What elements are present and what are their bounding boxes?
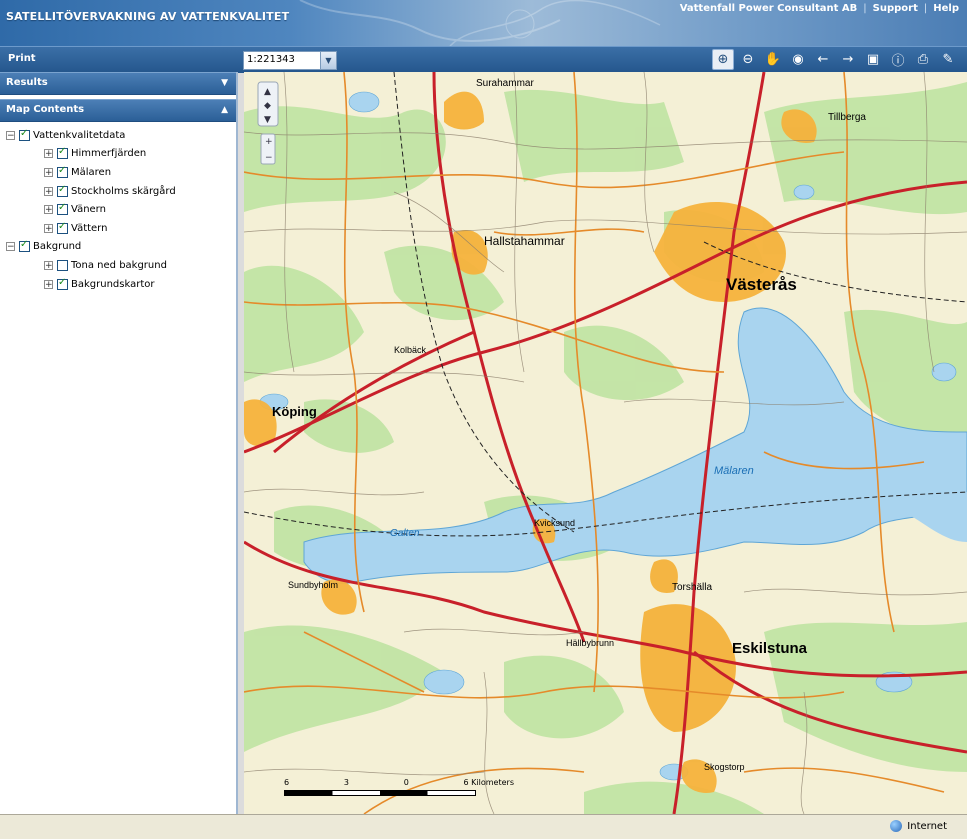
scale-tick: 3 [343,778,349,787]
zoom-in-icon[interactable]: ⊕ [712,49,734,70]
layer-checkbox[interactable] [57,221,68,234]
status-bar: Internet [0,814,967,839]
map-label-hallstahammar: Hallstahammar [484,234,565,248]
pan-hand-icon[interactable]: ✋ [762,49,784,70]
tree-item-tona-ned-bakgrund: + Tona ned bakgrund [6,256,236,275]
map-label-kvicksund: Kvicksund [534,518,576,528]
map-contents-label: Map Contents [6,104,85,115]
map-label-hallbybrunn: Hällbybrunn [566,638,615,648]
map-tools: ⊕ ⊖ ✋ ◉ ← → ▣ ⓘ ⎙ ✎ [712,49,959,70]
tree-item-bakgrundskartor: + Bakgrundskartor [6,275,236,294]
results-label: Results [6,77,48,88]
chevron-down-icon[interactable]: ▼ [320,52,336,69]
internet-globe-icon [890,820,903,832]
layer-checkbox[interactable] [57,277,68,290]
expand-icon[interactable]: + [44,279,53,289]
security-zone: Internet [890,820,947,832]
layer-checkbox[interactable] [57,202,68,216]
support-link[interactable]: Support [873,3,918,14]
zone-label: Internet [907,820,947,832]
scale-bar: 6 3 0 6 Kilometers [284,778,514,808]
map-label-koping: Köping [272,404,317,419]
map-label-surahammar: Surahammar [476,78,534,89]
tree-item-stockholms-skargard: + Stockholms skärgård [6,182,236,201]
print-button[interactable]: Print [8,53,36,64]
left-panel: Results ▼ Map Contents ▲ − Vattenkvalite… [0,72,238,814]
svg-text:▼: ▼ [264,115,271,125]
layer-checkbox[interactable] [57,259,68,271]
forward-arrow-icon[interactable]: → [837,49,859,70]
expand-icon[interactable]: + [44,167,53,177]
layer-label: Vänern [71,204,106,216]
layer-icon[interactable]: ▣ [862,49,884,70]
expand-icon[interactable]: + [44,260,53,270]
chevron-up-icon[interactable]: ▲ [221,105,228,115]
expand-icon[interactable]: + [44,205,53,215]
scale-value: 1:221343 [247,54,295,65]
layer-label: Vattenkvalitetdata [33,129,126,141]
map-label-skogstorp: Skogstorp [704,762,745,772]
layer-label: Bakgrund [33,241,82,253]
map-toolbar: Print 1:221343 ▼ ⊕ ⊖ ✋ ◉ ← → ▣ ⓘ ⎙ ✎ [0,46,967,73]
scale-select[interactable]: 1:221343 ▼ [243,51,337,70]
layer-checkbox[interactable] [19,239,30,253]
layer-checkbox[interactable] [57,184,68,197]
map-label-torshalla: Torshälla [672,582,713,593]
measure-icon[interactable]: ✎ [937,49,959,70]
tree-item-vattern: + Vättern [6,219,236,238]
header-links: Vattenfall Power Consultant AB | Support | H… [679,3,959,14]
map-label-galten: Galten [390,528,420,539]
scale-tick: 6 Kilometers [463,778,514,787]
full-extent-globe-icon[interactable]: ◉ [787,49,809,70]
layer-checkbox[interactable] [57,146,68,160]
tree-item-himmerfjarden: + Himmerfjärden [6,145,236,164]
app-title: SATELLITÖVERVAKNING AV VATTENKVALITET [6,10,290,23]
company-link[interactable]: Vattenfall Power Consultant AB [680,3,858,14]
back-arrow-icon[interactable]: ← [812,49,834,70]
map-label-kolback: Kolbäck [394,345,427,355]
map-nav-control[interactable]: ▲ ◆ ▼ + − [257,81,279,165]
expand-icon[interactable]: + [44,149,53,159]
layer-label: Tona ned bakgrund [71,259,167,271]
scale-tick: 0 [403,778,409,787]
results-header[interactable]: Results ▼ [0,72,236,95]
expand-icon[interactable]: + [44,186,53,196]
layer-label: Bakgrundskartor [71,278,155,290]
scale-tick: 6 [284,778,290,787]
tree-item-malaren: + Mälaren [6,163,236,182]
map-contents-header[interactable]: Map Contents ▲ [0,99,236,122]
identify-info-icon[interactable]: ⓘ [887,49,909,70]
zoom-out-icon[interactable]: ⊖ [737,49,759,70]
tree-group-vattenkvalitetdata: − Vattenkvalitetdata [6,126,236,145]
help-link[interactable]: Help [933,3,959,14]
layer-label: Himmerfjärden [71,148,147,160]
print-icon[interactable]: ⎙ [912,49,934,70]
svg-text:+: + [265,137,273,147]
svg-text:−: − [265,153,273,163]
svg-text:◆: ◆ [264,101,271,111]
collapse-icon[interactable]: − [6,242,15,252]
chevron-down-icon[interactable]: ▼ [221,78,228,88]
tree-item-vanern: + Vänern [6,200,236,219]
map-label-malaren: Mälaren [714,465,754,477]
layer-checkbox[interactable] [57,165,68,178]
svg-text:▲: ▲ [264,87,271,97]
map-view[interactable]: ▲ ◆ ▼ + − Västerås Eskilstuna Köping Hal… [244,72,967,814]
map-canvas[interactable]: ▲ ◆ ▼ + − [244,72,967,814]
map-label-eskilstuna: Eskilstuna [732,640,808,657]
layer-label: Vättern [71,222,108,234]
layer-tree: − Vattenkvalitetdata + Himmerfjärden + M… [0,122,236,293]
layer-checkbox[interactable] [19,128,30,141]
tree-group-bakgrund: − Bakgrund [6,238,236,257]
map-label-tillberga: Tillberga [828,112,866,123]
collapse-icon[interactable]: − [6,130,15,140]
map-label-vasteras: Västerås [726,275,797,294]
layer-label: Mälaren [71,166,112,178]
map-label-sundbyholm: Sundbyholm [288,580,339,590]
layer-label: Stockholms skärgård [71,185,176,197]
expand-icon[interactable]: + [44,223,53,233]
app-header: SATELLITÖVERVAKNING AV VATTENKVALITET Va… [0,0,967,46]
